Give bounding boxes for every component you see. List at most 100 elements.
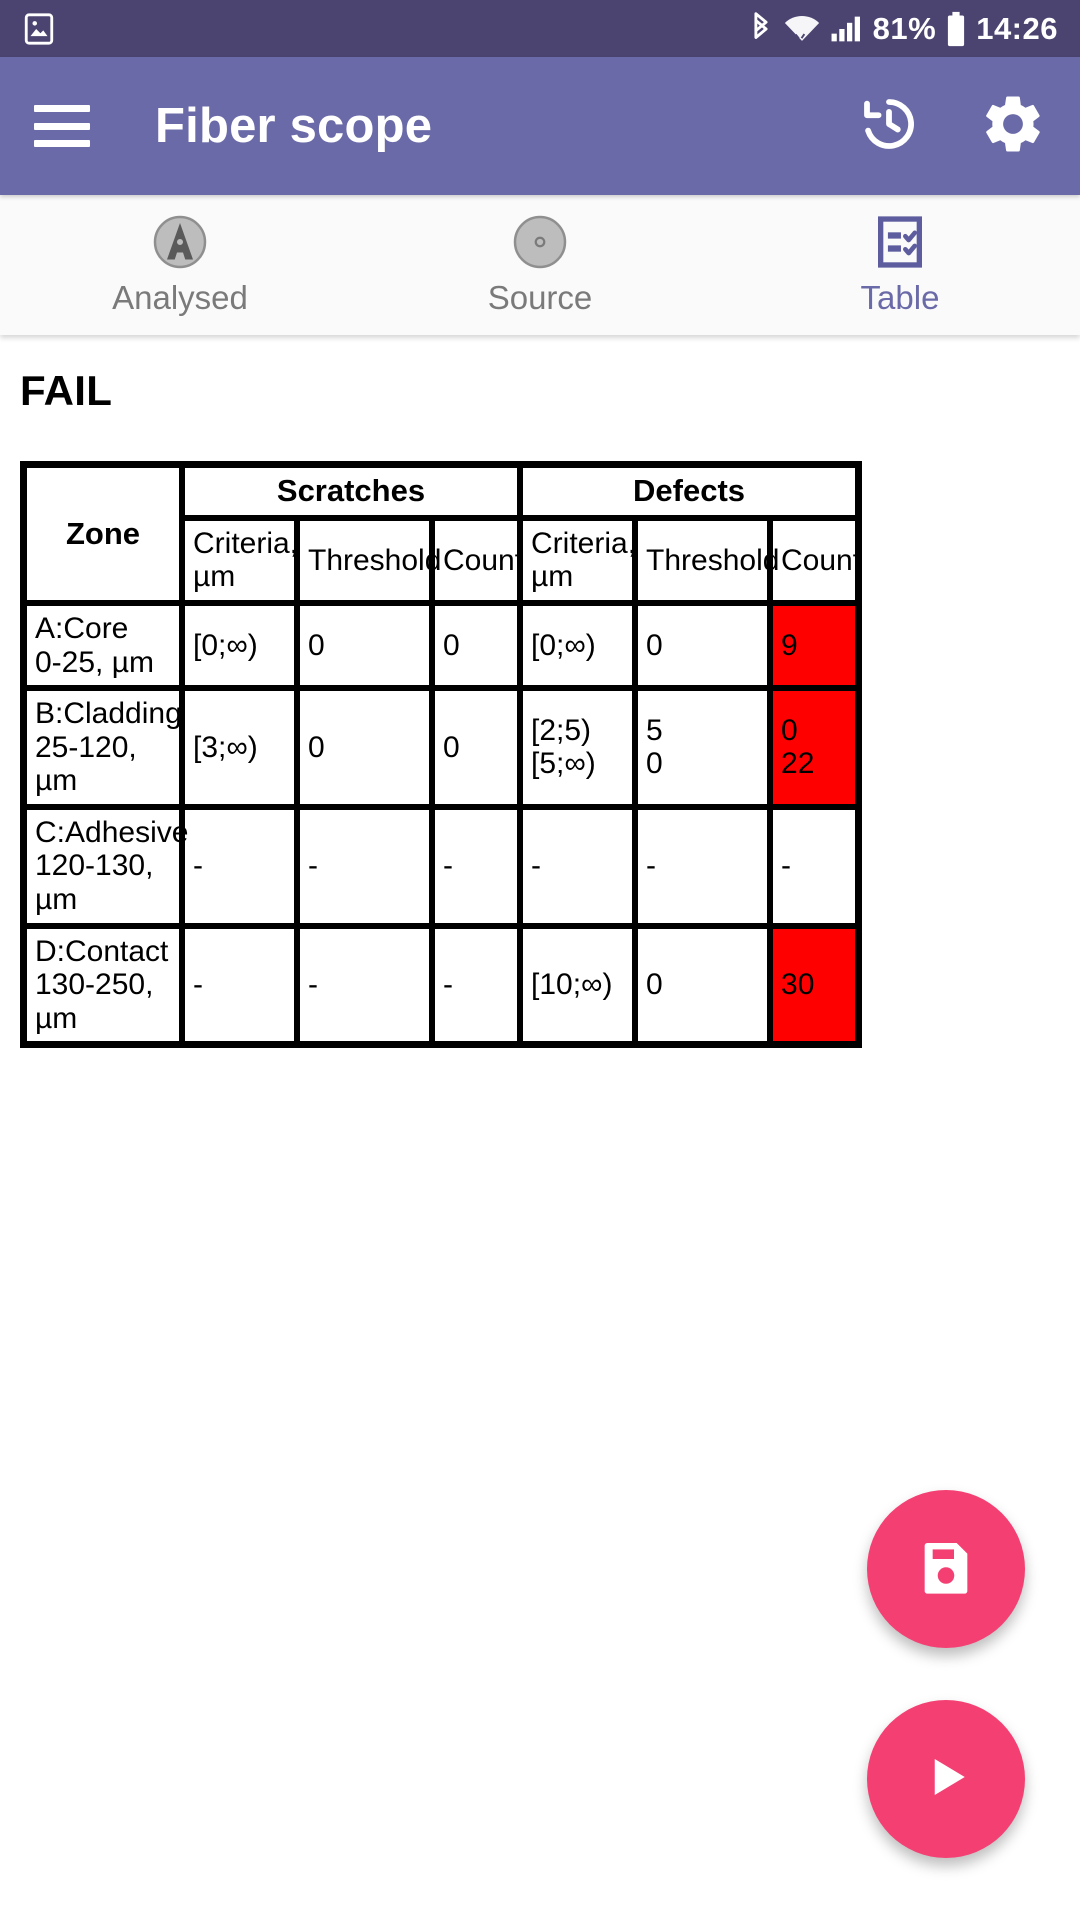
cell-line: 0 — [646, 968, 663, 1002]
cell-scratch-criteria: - — [182, 925, 297, 1045]
cell-defect-threshold: 50 — [635, 688, 771, 807]
cell-line: - — [193, 849, 203, 883]
play-icon — [916, 1747, 976, 1812]
cell-line: 30 — [781, 968, 815, 1002]
cell-defect-threshold: 0 — [635, 925, 771, 1045]
cell-defect-threshold: 0 — [635, 602, 771, 689]
cell-line: 130-250, — [35, 968, 154, 1002]
cell-defect-criteria: [0;∞) — [520, 602, 636, 689]
cell-scratch-criteria: [3;∞) — [182, 688, 297, 807]
results-table-wrapper: Zone Scratches Defects Criteria, µm Thre… — [20, 461, 1060, 1049]
floppy-save-icon — [914, 1535, 978, 1604]
cell-line: - — [443, 849, 453, 883]
table-row: D:Contact 130-250, µm - - - [10;∞) 0 30 — [24, 925, 859, 1045]
page-title: Fiber scope — [155, 99, 433, 153]
cell-scratch-criteria: - — [182, 806, 297, 926]
cell-line: - — [308, 849, 318, 883]
cell-line: [0;∞) — [531, 628, 596, 662]
status-bar-right: 81% 14:26 — [748, 11, 1058, 47]
cell-line: [2;5) — [531, 713, 592, 747]
status-badge: FAIL — [20, 367, 113, 414]
table-row: C:Adhesive 120-130, µm - - - - - - — [24, 806, 859, 926]
tab-analysed[interactable]: Analysed — [0, 195, 360, 335]
table-row: B:Cladding 25-120, µm [3;∞) 0 0 [2;5) [5;∞) 5 0 0 2… — [24, 688, 859, 807]
battery-percent-label: 81% — [872, 10, 937, 46]
results-table: Zone Scratches Defects Criteria, µm Thre… — [20, 461, 863, 1049]
cell-zone: B:Cladding 25-120, µm — [24, 688, 182, 807]
cell-line: 5 — [646, 713, 663, 747]
app-bar: Fiber scope — [0, 57, 1080, 195]
column-header-scratch-threshold: Threshold — [297, 517, 441, 603]
column-header-scratch-criteria: Criteria, µm — [182, 517, 298, 603]
tab-label-source: Source — [487, 278, 593, 316]
cell-line: 9 — [781, 628, 798, 662]
app-bar-actions — [856, 91, 1046, 162]
save-button[interactable] — [867, 1490, 1025, 1648]
cell-line: C:Adhesive — [35, 815, 189, 849]
analysed-fiber-icon — [150, 214, 210, 270]
cell-line: µm — [35, 1001, 78, 1035]
cell-defect-count: 9 — [770, 602, 859, 689]
run-button[interactable] — [867, 1700, 1025, 1858]
cell-defect-criteria: [10;∞) — [520, 925, 636, 1045]
cell-scratch-count: - — [432, 925, 521, 1045]
gear-icon[interactable] — [980, 91, 1046, 162]
column-header-defect-criteria: Criteria, µm — [520, 517, 636, 603]
column-header-defect-count: Count — [770, 517, 861, 603]
cell-line: 0 — [443, 730, 460, 764]
cell-line: µm — [35, 883, 78, 917]
column-header-scratch-count: Count — [432, 517, 523, 603]
cell-defect-threshold: - — [635, 806, 771, 926]
cell-zone: D:Contact 130-250, µm — [24, 925, 182, 1045]
tab-bar: Analysed Source Table — [0, 195, 1080, 335]
cell-scratch-threshold: - — [297, 925, 432, 1045]
cell-line: [3;∞) — [193, 730, 258, 764]
tab-source[interactable]: Source — [360, 195, 720, 335]
cell-line: 0-25, µm — [35, 645, 154, 679]
cell-defect-count: - — [770, 806, 859, 926]
cell-line: A:Core — [35, 611, 129, 645]
battery-icon — [945, 11, 967, 47]
tab-label-analysed: Analysed — [112, 278, 248, 316]
column-header-zone: Zone — [24, 465, 182, 603]
cell-line: 0 — [443, 628, 460, 662]
cell-defect-criteria: [2;5) [5;∞) — [520, 688, 636, 807]
column-group-scratches: Scratches — [182, 465, 521, 518]
cell-scratch-threshold: 0 — [297, 602, 432, 689]
cell-line: - — [781, 849, 792, 883]
column-group-defects: Defects — [520, 465, 859, 518]
cell-line: 0 — [308, 730, 325, 764]
cell-line: 0 — [646, 747, 663, 781]
table-checklist-icon — [871, 214, 929, 270]
history-icon[interactable] — [856, 91, 922, 162]
cell-line: µm — [35, 764, 78, 798]
cell-line: - — [443, 968, 453, 1002]
status-bar-left — [22, 12, 56, 46]
main-content: FAIL Zone Scratches Defects Criteria, µm… — [0, 335, 1080, 1049]
cell-line: [5;∞) — [531, 747, 596, 781]
cell-scratch-criteria: [0;∞) — [182, 602, 297, 689]
cell-signal-icon — [830, 14, 864, 44]
column-header-defect-threshold: Threshold — [635, 517, 779, 603]
clock-label: 14:26 — [976, 10, 1058, 46]
cell-line: 22 — [781, 747, 815, 781]
tab-table[interactable]: Table — [720, 195, 1080, 335]
cell-scratch-count: 0 — [432, 602, 521, 689]
cell-line: 0 — [308, 628, 325, 662]
cell-scratch-threshold: - — [297, 806, 432, 926]
cell-line: [0;∞) — [193, 628, 258, 662]
cell-line: - — [193, 968, 203, 1002]
cell-line: 120-130, — [35, 849, 154, 883]
photo-icon — [22, 12, 56, 46]
cell-line: 25-120, — [35, 730, 137, 764]
cell-scratch-count: - — [432, 806, 521, 926]
cell-defect-count: 30 — [770, 925, 859, 1045]
bluetooth-icon — [748, 11, 774, 46]
hamburger-menu-icon[interactable] — [34, 105, 90, 147]
status-bar: 81% 14:26 — [0, 0, 1080, 57]
cell-scratch-threshold: 0 — [297, 688, 432, 807]
cell-line: - — [531, 849, 542, 883]
table-group-header-row: Zone Scratches Defects — [24, 465, 859, 603]
cell-defect-criteria: - — [520, 806, 636, 926]
cell-line: - — [646, 849, 657, 883]
